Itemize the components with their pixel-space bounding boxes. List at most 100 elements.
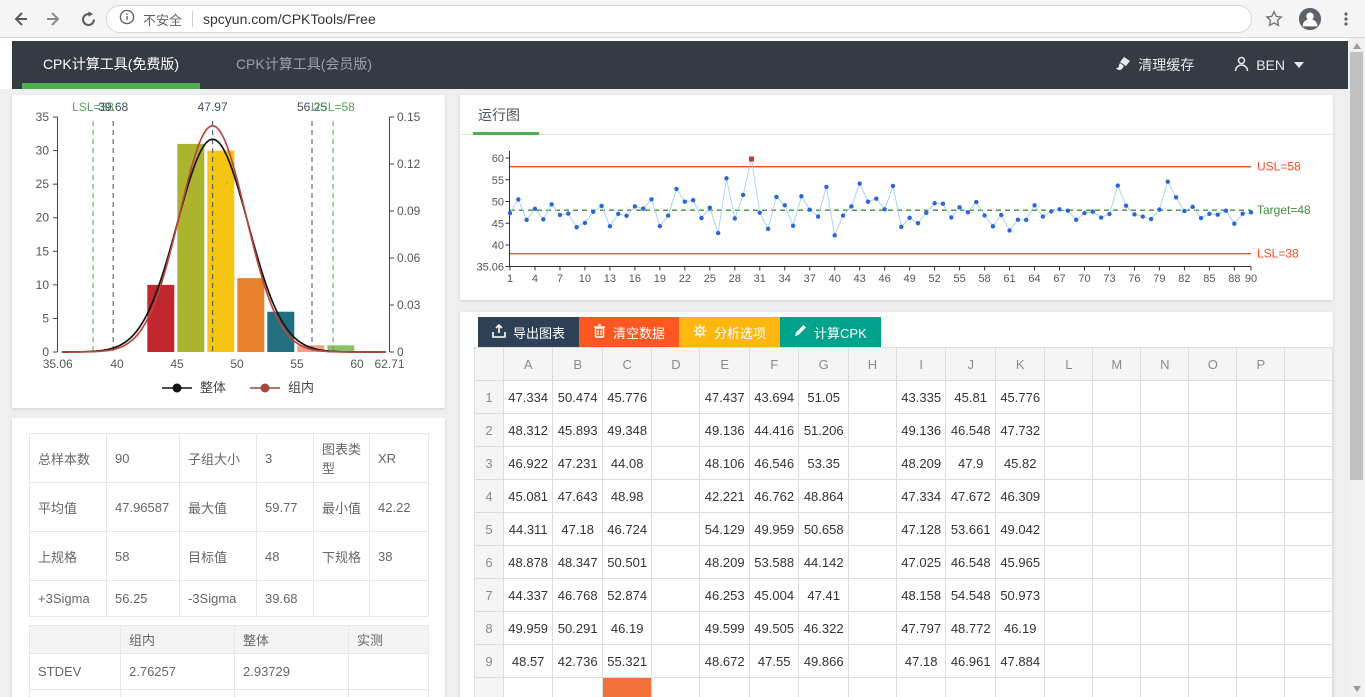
cell-P7[interactable] [1237, 579, 1285, 612]
user-menu[interactable]: BEN [1234, 56, 1304, 75]
cell-L7[interactable] [1045, 579, 1093, 612]
cell-N7[interactable] [1141, 579, 1189, 612]
cell-O6[interactable] [1189, 546, 1237, 579]
row-header-2[interactable]: 2 [475, 414, 504, 447]
row-header-7[interactable]: 7 [475, 579, 504, 612]
cell-I2[interactable]: 49.136 [896, 414, 946, 447]
row-header-10[interactable] [475, 678, 504, 697]
column-header-J[interactable]: J [946, 348, 996, 381]
cell-O4[interactable] [1189, 480, 1237, 513]
cell-O9[interactable] [1189, 645, 1237, 678]
page-scrollbar[interactable] [1348, 38, 1365, 697]
cell-clipped[interactable] [1285, 579, 1333, 612]
cell-G5[interactable]: 50.658 [799, 513, 849, 546]
cell-F1[interactable]: 43.694 [749, 381, 799, 414]
cell-E4[interactable]: 42.221 [700, 480, 750, 513]
cell-H9[interactable] [848, 645, 896, 678]
cell-C4[interactable]: 48.98 [602, 480, 652, 513]
cell-row10[interactable] [848, 678, 896, 697]
cell-P3[interactable] [1237, 447, 1285, 480]
cell-K6[interactable]: 45.965 [995, 546, 1045, 579]
cell-J5[interactable]: 53.661 [946, 513, 996, 546]
browser-menu-icon[interactable] [1334, 7, 1358, 31]
analysis-options-button[interactable]: 分析选项 [679, 317, 780, 347]
cell-L9[interactable] [1045, 645, 1093, 678]
row-header-8[interactable]: 8 [475, 612, 504, 645]
tab-cpk-vip[interactable]: CPK计算工具(会员版) [224, 41, 384, 83]
clear-cache-button[interactable]: 清理缓存 [1114, 55, 1194, 75]
info-icon[interactable] [119, 9, 135, 30]
column-header-M[interactable]: M [1093, 348, 1141, 381]
cell-I5[interactable]: 47.128 [896, 513, 946, 546]
row-header-6[interactable]: 6 [475, 546, 504, 579]
cell-N1[interactable] [1141, 381, 1189, 414]
cell-I3[interactable]: 48.209 [896, 447, 946, 480]
cell-M9[interactable] [1093, 645, 1141, 678]
cell-N4[interactable] [1141, 480, 1189, 513]
cell-L5[interactable] [1045, 513, 1093, 546]
cell-row10[interactable] [946, 678, 996, 697]
cell-J1[interactable]: 45.81 [946, 381, 996, 414]
cell-F4[interactable]: 46.762 [749, 480, 799, 513]
cell-H2[interactable] [848, 414, 896, 447]
cell-M4[interactable] [1093, 480, 1141, 513]
cell-M2[interactable] [1093, 414, 1141, 447]
scroll-down-arrow[interactable] [1353, 686, 1361, 692]
tab-run-chart[interactable]: 运行图 [478, 105, 520, 125]
forward-icon[interactable] [42, 7, 66, 31]
cell-N2[interactable] [1141, 414, 1189, 447]
cell-M1[interactable] [1093, 381, 1141, 414]
cell-F6[interactable]: 53.588 [749, 546, 799, 579]
cell-M7[interactable] [1093, 579, 1141, 612]
export-chart-button[interactable]: 导出图表 [478, 317, 579, 347]
cell-H1[interactable] [848, 381, 896, 414]
cell-clipped[interactable] [1285, 480, 1333, 513]
cell-G8[interactable]: 46.322 [799, 612, 849, 645]
cell-row10[interactable] [995, 678, 1045, 697]
column-header-B[interactable]: B [553, 348, 603, 381]
cell-J9[interactable]: 46.961 [946, 645, 996, 678]
cell-A1[interactable]: 47.334 [503, 381, 553, 414]
cell-L1[interactable] [1045, 381, 1093, 414]
cell-K1[interactable]: 45.776 [995, 381, 1045, 414]
cell-I6[interactable]: 47.025 [896, 546, 946, 579]
cell-M6[interactable] [1093, 546, 1141, 579]
cell-P4[interactable] [1237, 480, 1285, 513]
cell-I7[interactable]: 48.158 [896, 579, 946, 612]
cell-D5[interactable] [652, 513, 700, 546]
cell-N8[interactable] [1141, 612, 1189, 645]
cell-G9[interactable]: 49.866 [799, 645, 849, 678]
cell-P6[interactable] [1237, 546, 1285, 579]
column-header-E[interactable]: E [700, 348, 750, 381]
address-bar[interactable]: 不安全 spcyun.com/CPKTools/Free [106, 5, 1252, 33]
tab-cpk-free[interactable]: CPK计算工具(免费版) [22, 41, 200, 83]
column-header-F[interactable]: F [749, 348, 799, 381]
url-text[interactable]: spcyun.com/CPKTools/Free [203, 11, 376, 27]
cell-C7[interactable]: 52.874 [602, 579, 652, 612]
cell-A2[interactable]: 48.312 [503, 414, 553, 447]
cell-row10[interactable] [700, 678, 750, 697]
column-header-H[interactable]: H [848, 348, 896, 381]
cell-row10[interactable] [1237, 678, 1285, 697]
cell-H4[interactable] [848, 480, 896, 513]
cell-F5[interactable]: 49.959 [749, 513, 799, 546]
cell-row10[interactable] [1093, 678, 1141, 697]
cell-row10[interactable] [1189, 678, 1237, 697]
cell-N5[interactable] [1141, 513, 1189, 546]
cell-B5[interactable]: 47.18 [553, 513, 603, 546]
cell-M8[interactable] [1093, 612, 1141, 645]
cell-E7[interactable]: 46.253 [700, 579, 750, 612]
cell-O5[interactable] [1189, 513, 1237, 546]
cell-K9[interactable]: 47.884 [995, 645, 1045, 678]
cell-L4[interactable] [1045, 480, 1093, 513]
cell-row10[interactable] [749, 678, 799, 697]
cell-G7[interactable]: 47.41 [799, 579, 849, 612]
row-header-1[interactable]: 1 [475, 381, 504, 414]
sheet-corner[interactable] [475, 348, 504, 381]
cell-clipped[interactable] [1285, 447, 1333, 480]
cell-D8[interactable] [652, 612, 700, 645]
cell-H7[interactable] [848, 579, 896, 612]
cell-B1[interactable]: 50.474 [553, 381, 603, 414]
cell-row10[interactable] [553, 678, 603, 697]
cell-D1[interactable] [652, 381, 700, 414]
